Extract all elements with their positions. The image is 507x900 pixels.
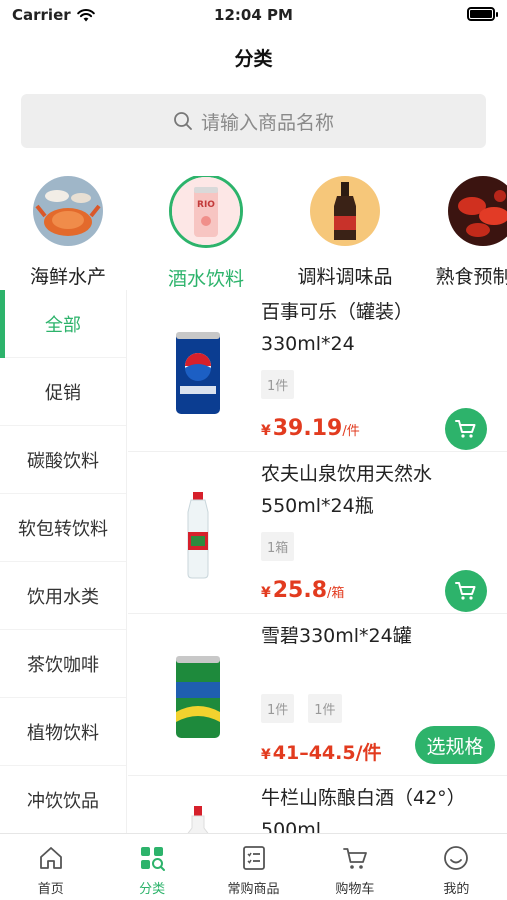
page-title: 分类	[234, 48, 273, 70]
category-label: 酒水饮料	[167, 268, 244, 288]
add-to-cart-button[interactable]	[445, 570, 487, 612]
sidebar-item-promo[interactable]: 促销	[0, 358, 126, 426]
price-unit: /件	[342, 424, 360, 439]
currency-symbol: ¥	[261, 585, 271, 601]
crayfish-image	[448, 176, 507, 246]
category-label: 海鲜水产	[29, 266, 106, 288]
tab-home[interactable]: 首页	[0, 834, 101, 900]
product-card[interactable]: 牛栏山陈酿白酒（42°）500ml	[128, 776, 507, 833]
battery-icon	[467, 7, 498, 21]
product-name: 牛栏山陈酿白酒（42°）500ml	[261, 787, 466, 833]
home-icon	[39, 847, 62, 869]
tab-label: 购物车	[335, 882, 375, 897]
product-card[interactable]: 百事可乐（罐装）330ml*24 1件 ¥39.19/件	[128, 290, 507, 452]
sidebar-item-plant-drinks[interactable]: 植物饮料	[0, 698, 126, 766]
tab-label: 首页	[37, 882, 64, 897]
soy-sauce-bottle-image	[310, 176, 380, 246]
product-name: 百事可乐（罐装）330ml*24	[261, 301, 414, 355]
price-value: 25.8	[272, 578, 328, 603]
sidebar-item-carbonated[interactable]: 碳酸饮料	[0, 426, 126, 494]
cart-icon	[343, 848, 367, 869]
sidebar-item-water[interactable]: 饮用水类	[0, 562, 126, 630]
sidebar-item-all[interactable]: 全部	[0, 290, 126, 358]
price: ¥25.8/箱	[261, 578, 344, 603]
search-input[interactable]: 请输入商品名称	[21, 94, 486, 148]
status-time: 12:04 PM	[214, 6, 293, 24]
tab-category[interactable]: 分类	[101, 834, 202, 900]
add-to-cart-button[interactable]	[445, 408, 487, 450]
list-icon	[242, 846, 265, 870]
tag-group: 1箱	[261, 532, 295, 561]
sidebar-item-soft-pack[interactable]: 软包转饮料	[0, 494, 126, 562]
search-icon	[174, 112, 192, 130]
price: ¥39.19/件	[261, 416, 360, 441]
product-list: 百事可乐（罐装）330ml*24 1件 ¥39.19/件 农夫山泉饮用天然水55…	[128, 290, 507, 833]
pepsi-can-image	[176, 332, 220, 414]
profile-icon	[444, 846, 469, 870]
category-row[interactable]: 海鲜水产 RIO 酒水饮料 调料调味品 熟食预制	[0, 176, 507, 288]
status-bar: Carrier 12:04 PM	[0, 0, 507, 30]
seafood-crab-image	[33, 176, 103, 246]
sprite-can-image	[176, 656, 220, 738]
water-bottle-image	[187, 492, 209, 579]
category-item[interactable]: 海鲜水产	[3, 176, 133, 288]
price-unit: /件	[355, 742, 382, 764]
tag-group: 1件	[261, 370, 295, 399]
category-label: 熟食预制菜	[435, 266, 507, 288]
tag-group: 1件 1件	[261, 694, 342, 723]
baijiu-bottle-image	[187, 806, 209, 833]
product-card[interactable]: 雪碧330ml*24罐 1件 1件 ¥41–44.5/件 选规格	[128, 614, 507, 776]
currency-symbol: ¥	[261, 423, 271, 439]
sidebar-item-brewed-drinks[interactable]: 冲饮饮品	[0, 766, 126, 833]
category-item-active[interactable]: RIO 酒水饮料	[141, 176, 271, 288]
svg-text:RIO: RIO	[197, 200, 215, 210]
price-value: 41–44.5	[272, 742, 356, 764]
category-item[interactable]: 熟食预制菜	[418, 176, 507, 288]
spec-tag: 1件	[308, 694, 342, 723]
product-name: 雪碧330ml*24罐	[261, 625, 412, 647]
spec-tag: 1件	[261, 370, 295, 399]
cart-icon	[455, 420, 476, 438]
tab-profile[interactable]: 我的	[406, 834, 507, 900]
sidebar-item-tea-coffee[interactable]: 茶饮咖啡	[0, 630, 126, 698]
select-spec-button[interactable]: 选规格	[415, 726, 495, 764]
tab-label: 分类	[139, 882, 166, 897]
category-icon	[141, 847, 166, 871]
tab-cart[interactable]: 购物车	[304, 834, 405, 900]
product-card[interactable]: 农夫山泉饮用天然水550ml*24瓶 1箱 ¥25.8/箱	[128, 452, 507, 614]
spec-tag: 1箱	[261, 532, 295, 561]
category-label: 调料调味品	[297, 266, 393, 288]
price-value: 39.19	[272, 416, 343, 441]
tab-frequent-items[interactable]: 常购商品	[203, 834, 304, 900]
tab-bar: 首页 分类 常购商品 购物车 我的	[0, 833, 507, 900]
sidebar: 全部 促销 碳酸饮料 软包转饮料 饮用水类 茶饮咖啡 植物饮料 冲饮饮品	[0, 290, 127, 833]
price: ¥41–44.5/件	[261, 738, 382, 765]
rio-can-image: RIO	[169, 176, 243, 248]
currency-symbol: ¥	[261, 747, 271, 763]
spec-tag: 1件	[261, 694, 295, 723]
price-unit: /箱	[327, 586, 345, 601]
product-name: 农夫山泉饮用天然水550ml*24瓶	[261, 463, 433, 517]
cart-icon	[455, 582, 476, 600]
search-placeholder: 请输入商品名称	[200, 111, 334, 134]
category-item[interactable]: 调料调味品	[280, 176, 410, 288]
tab-label: 我的	[443, 882, 470, 897]
tab-label: 常购商品	[227, 882, 280, 897]
